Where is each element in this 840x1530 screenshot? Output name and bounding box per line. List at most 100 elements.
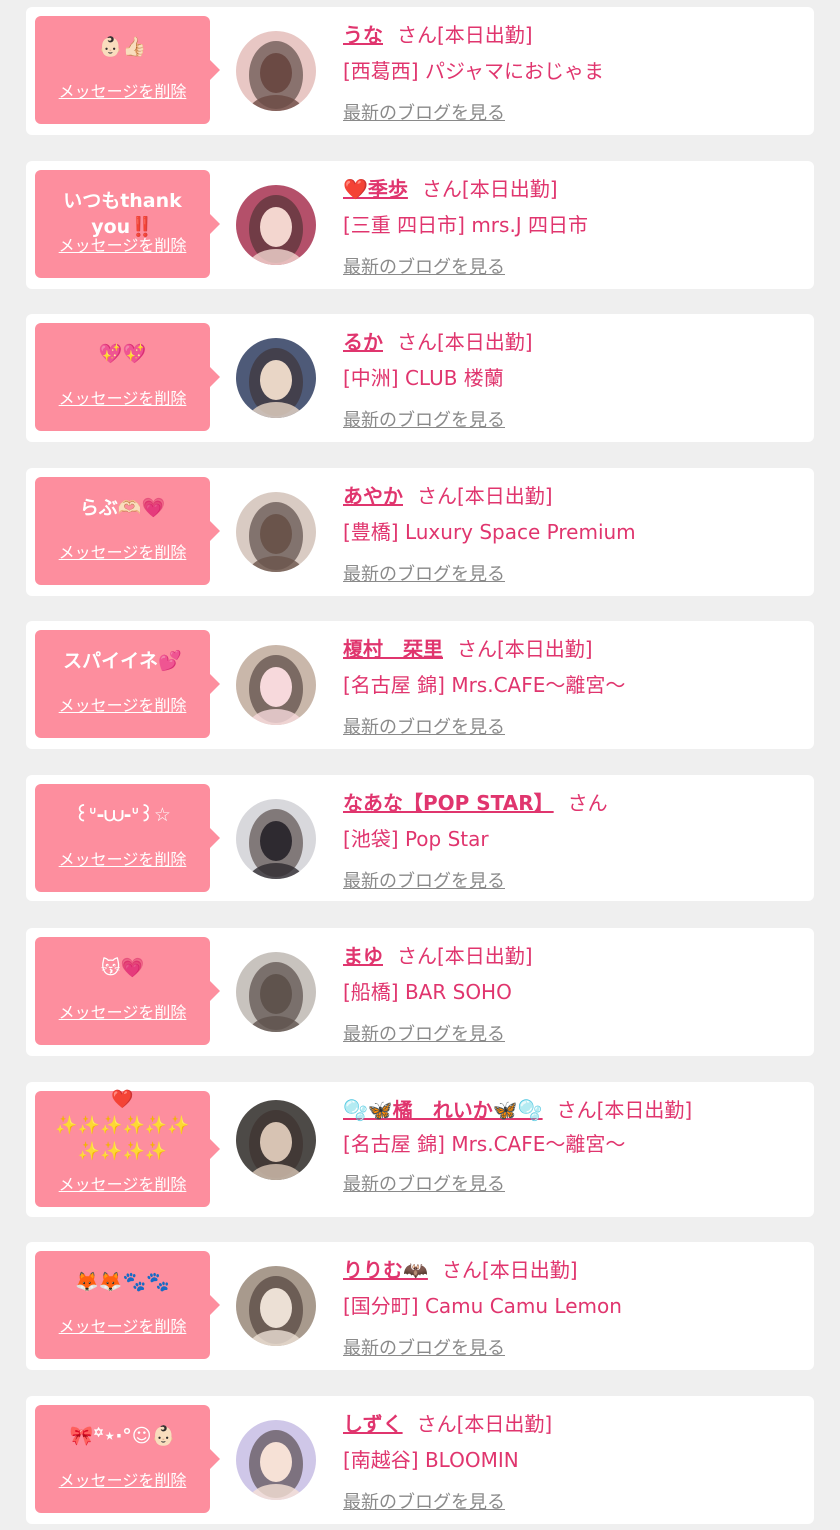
delete-message-link[interactable]: メッセージを削除 xyxy=(35,232,210,256)
avatar-photo xyxy=(236,952,316,1032)
shop-info: [名古屋 錦] Mrs.CAFE〜離宮〜 xyxy=(343,673,626,697)
avatar[interactable] xyxy=(236,31,316,111)
avatar[interactable] xyxy=(236,799,316,879)
latest-blog-link[interactable]: 最新のブログを見る xyxy=(343,406,505,432)
message-card: 🦊🦊🐾🐾 メッセージを削除 りりむ🦇 さん[本日出勤] [国分町] Camu Camu … xyxy=(26,1242,814,1370)
message-bubble: ꒰ᐡ-⩊-ᐡ꒱☆ メッセージを削除 xyxy=(35,784,220,892)
cast-name-link[interactable]: あやか xyxy=(343,484,403,508)
avatar[interactable] xyxy=(236,1266,316,1346)
shop-info: [船橋] BAR SOHO xyxy=(343,980,512,1004)
avatar-photo xyxy=(236,645,316,725)
honorific-label: さん xyxy=(441,1258,482,1282)
message-card: らぶ🫶🏻💗 メッセージを削除 あやか さん[本日出勤] [豊橋] Luxury Spac… xyxy=(26,468,814,596)
name-line: まゆ さん[本日出勤] xyxy=(343,940,533,969)
avatar[interactable] xyxy=(236,952,316,1032)
avatar[interactable] xyxy=(236,185,316,265)
message-text: 💖💖 xyxy=(98,343,147,365)
cast-name-link[interactable]: まゆ xyxy=(343,944,383,968)
avatar-photo xyxy=(236,31,316,111)
message-bubble: 👶🏻👍🏻 メッセージを削除 xyxy=(35,16,220,124)
message-card: ꒰ᐡ-⩊-ᐡ꒱☆ メッセージを削除 なあな【POP STAR】 さん [池袋] Pop … xyxy=(26,775,814,901)
latest-blog-link[interactable]: 最新のブログを見る xyxy=(343,1020,505,1046)
honorific-label: さん xyxy=(556,1098,597,1122)
delete-message-link[interactable]: メッセージを削除 xyxy=(35,692,210,716)
message-bubble: 💖💖 メッセージを削除 xyxy=(35,323,220,431)
message-text: スパイイネ💕 xyxy=(63,650,182,672)
shop-info: [国分町] Camu Camu Lemon xyxy=(343,1294,622,1318)
avatar[interactable] xyxy=(236,1420,316,1500)
avatar-photo xyxy=(236,492,316,572)
attendance-status: [本日出勤] xyxy=(481,1258,578,1282)
cast-name-link[interactable]: るか xyxy=(343,330,383,354)
avatar[interactable] xyxy=(236,645,316,725)
avatar-photo xyxy=(236,338,316,418)
cast-name-link[interactable]: 榎村 栞里 xyxy=(343,637,443,661)
honorific-label: さん xyxy=(397,23,437,47)
message-card: いつもthank you‼️ メッセージを削除 ❤️季歩 さん[本日出勤] [三重 四日… xyxy=(26,161,814,289)
message-card: 🎀꙳⋆‧°☺︎👶🏻 メッセージを削除 しずく さん[本日出勤] [南越谷] BLOOMI… xyxy=(26,1396,814,1524)
message-text: 🎀꙳⋆‧°☺︎👶🏻 xyxy=(69,1425,176,1447)
avatar[interactable] xyxy=(236,1100,316,1180)
delete-message-link[interactable]: メッセージを削除 xyxy=(35,846,210,870)
name-line: うな さん[本日出勤] xyxy=(343,19,533,48)
message-bubble: 🦊🦊🐾🐾 メッセージを削除 xyxy=(35,1251,220,1359)
cast-name-link[interactable]: ❤️季歩 xyxy=(343,177,408,201)
latest-blog-link[interactable]: 最新のブログを見る xyxy=(343,253,505,279)
delete-message-link[interactable]: メッセージを削除 xyxy=(35,1313,210,1337)
honorific-label: さん xyxy=(397,944,437,968)
shop-info: [中洲] CLUB 楼蘭 xyxy=(343,366,504,390)
message-card: ❤️ ✨✨✨✨✨✨ ✨✨✨✨ メッセージを削除 🫧🦋橘 れいか🦋🫧 さん[本日出勤] [… xyxy=(26,1082,814,1217)
latest-blog-link[interactable]: 最新のブログを見る xyxy=(343,560,505,586)
shop-info: [三重 四日市] mrs.J 四日市 xyxy=(343,213,589,237)
avatar[interactable] xyxy=(236,338,316,418)
message-bubble: 😽💗 メッセージを削除 xyxy=(35,937,220,1045)
honorific-label: さん xyxy=(397,330,437,354)
shop-info: [南越谷] BLOOMIN xyxy=(343,1448,519,1472)
delete-message-link[interactable]: メッセージを削除 xyxy=(35,1171,210,1195)
message-bubble: いつもthank you‼️ メッセージを削除 xyxy=(35,170,220,278)
attendance-status: [本日出勤] xyxy=(461,177,558,201)
name-line: るか さん[本日出勤] xyxy=(343,326,533,355)
avatar[interactable] xyxy=(236,492,316,572)
cast-name-link[interactable]: なあな【POP STAR】 xyxy=(343,791,554,815)
latest-blog-link[interactable]: 最新のブログを見る xyxy=(343,1488,505,1514)
honorific-label: さん xyxy=(457,637,497,661)
shop-info: [池袋] Pop Star xyxy=(343,827,489,851)
attendance-status: [本日出勤] xyxy=(456,1412,553,1436)
latest-blog-link[interactable]: 最新のブログを見る xyxy=(343,1170,505,1196)
name-line: あやか さん[本日出勤] xyxy=(343,480,553,509)
attendance-status: [本日出勤] xyxy=(596,1098,693,1122)
latest-blog-link[interactable]: 最新のブログを見る xyxy=(343,713,505,739)
delete-message-link[interactable]: メッセージを削除 xyxy=(35,539,210,563)
message-text: 👶🏻👍🏻 xyxy=(98,36,147,58)
cast-name-link[interactable]: りりむ🦇 xyxy=(343,1258,428,1282)
message-text: ꒰ᐡ-⩊-ᐡ꒱☆ xyxy=(74,804,171,826)
latest-blog-link[interactable]: 最新のブログを見る xyxy=(343,1334,505,1360)
name-line: りりむ🦇 さん[本日出勤] xyxy=(343,1254,578,1283)
delete-message-link[interactable]: メッセージを削除 xyxy=(35,385,210,409)
honorific-label: さん xyxy=(567,791,608,815)
message-text: 🦊🦊🐾🐾 xyxy=(75,1271,170,1293)
message-card: 😽💗 メッセージを削除 まゆ さん[本日出勤] [船橋] BAR SOHO 最新のブログを… xyxy=(26,928,814,1056)
message-card: 👶🏻👍🏻 メッセージを削除 うな さん[本日出勤] [西葛西] パジャマにおじゃま 最新の… xyxy=(26,7,814,135)
avatar-photo xyxy=(236,1266,316,1346)
message-text: 😽💗 xyxy=(100,957,145,979)
cast-name-link[interactable]: しずく xyxy=(343,1412,403,1436)
latest-blog-link[interactable]: 最新のブログを見る xyxy=(343,99,505,125)
cast-name-link[interactable]: 🫧🦋橘 れいか🦋🫧 xyxy=(343,1098,543,1122)
latest-blog-link[interactable]: 最新のブログを見る xyxy=(343,867,505,893)
delete-message-link[interactable]: メッセージを削除 xyxy=(35,78,210,102)
message-text: ❤️ ✨✨✨✨✨✨ ✨✨✨✨ xyxy=(55,1089,190,1162)
delete-message-link[interactable]: メッセージを削除 xyxy=(35,1467,210,1491)
avatar-photo xyxy=(236,1100,316,1180)
honorific-label: さん xyxy=(416,1412,457,1436)
attendance-status: [本日出勤] xyxy=(457,484,553,508)
avatar-photo xyxy=(236,185,316,265)
delete-message-link[interactable]: メッセージを削除 xyxy=(35,999,210,1023)
message-bubble: スパイイネ💕 メッセージを削除 xyxy=(35,630,220,738)
attendance-status: [本日出勤] xyxy=(497,637,593,661)
message-card: スパイイネ💕 メッセージを削除 榎村 栞里 さん[本日出勤] [名古屋 錦] Mrs.C… xyxy=(26,621,814,749)
avatar-photo xyxy=(236,799,316,879)
cast-name-link[interactable]: うな xyxy=(343,23,383,47)
name-line: しずく さん[本日出勤] xyxy=(343,1408,552,1437)
